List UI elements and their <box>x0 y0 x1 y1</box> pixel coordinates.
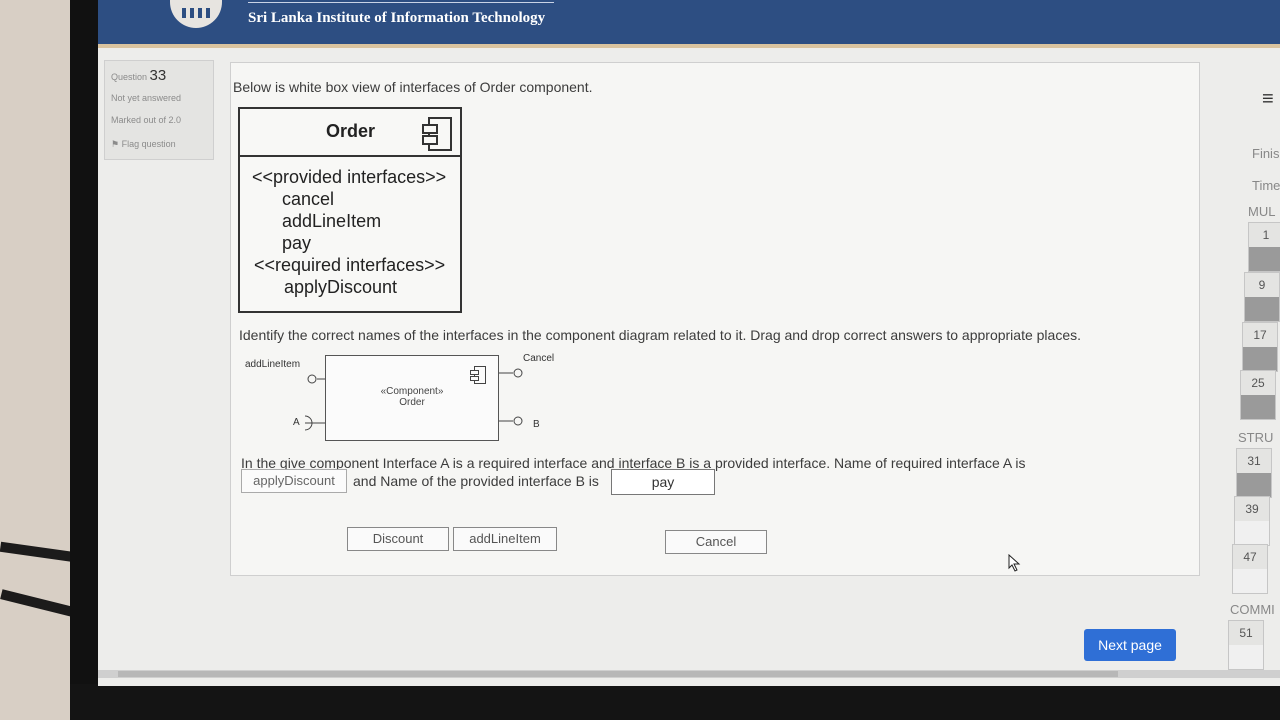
nav-question-button[interactable]: 1 <box>1248 222 1280 272</box>
drop-zone-interface-b[interactable]: pay <box>611 469 715 495</box>
nav-question-button[interactable]: 17 <box>1242 322 1278 372</box>
drag-choice-addlineitem[interactable]: addLineItem <box>453 527 557 551</box>
question-status: Not yet answered <box>111 93 182 103</box>
nav-section-label: STRU <box>1238 430 1274 445</box>
question-panel: Below is white box view of interfaces of… <box>230 62 1200 576</box>
header-accent <box>98 44 1280 48</box>
question-marks: Marked out of 2.0 <box>111 115 182 125</box>
nav-question-button[interactable]: 47 <box>1232 544 1268 594</box>
quiz-navigation: ≡ Finis Time MUL 1 9 17 25 STRU 31 39 47… <box>1228 50 1280 686</box>
monitor-bezel <box>70 0 100 720</box>
finish-link[interactable]: Finis <box>1252 146 1279 161</box>
header-rule <box>248 2 554 3</box>
drag-choice-cancel[interactable]: Cancel <box>665 530 767 554</box>
drag-choice-discount[interactable]: Discount <box>347 527 449 551</box>
nav-question-button[interactable]: 31 <box>1236 448 1272 498</box>
time-label: Time <box>1252 178 1280 193</box>
monitor-bezel <box>70 684 1280 720</box>
nav-question-button[interactable]: 51 <box>1228 620 1264 670</box>
menu-icon[interactable]: ≡ <box>1262 88 1274 111</box>
question-number: Question 33 <box>111 67 167 84</box>
next-page-button[interactable]: Next page <box>1084 629 1176 661</box>
nav-section-label: MUL <box>1248 204 1276 219</box>
nav-section-label: COMMI <box>1230 602 1275 617</box>
drop-zone-interface-a[interactable]: applyDiscount <box>241 469 347 493</box>
flag-question-link[interactable]: ⚑ Flag question <box>111 139 176 150</box>
desk-background <box>0 0 91 720</box>
nav-question-button[interactable]: 25 <box>1240 370 1276 420</box>
question-sentence-2: and Name of the provided interface B is <box>353 473 599 489</box>
site-header: Sri Lanka Institute of Information Techn… <box>98 0 1280 44</box>
institute-name: Sri Lanka Institute of Information Techn… <box>248 10 546 26</box>
mouse-cursor-icon <box>1008 554 1021 572</box>
question-info-panel: Question 33 Not yet answered Marked out … <box>104 60 214 160</box>
browser-screen: Sri Lanka Institute of Information Techn… <box>98 0 1280 686</box>
nav-question-button[interactable]: 39 <box>1234 496 1270 546</box>
nav-question-button[interactable]: 9 <box>1244 272 1280 322</box>
sliit-logo <box>170 0 222 28</box>
horizontal-scrollbar[interactable] <box>98 670 1280 678</box>
diagram-component-name: «Component» Order <box>380 386 444 408</box>
diagram-component-box: «Component» Order <box>325 355 499 441</box>
component-icon <box>470 366 486 384</box>
